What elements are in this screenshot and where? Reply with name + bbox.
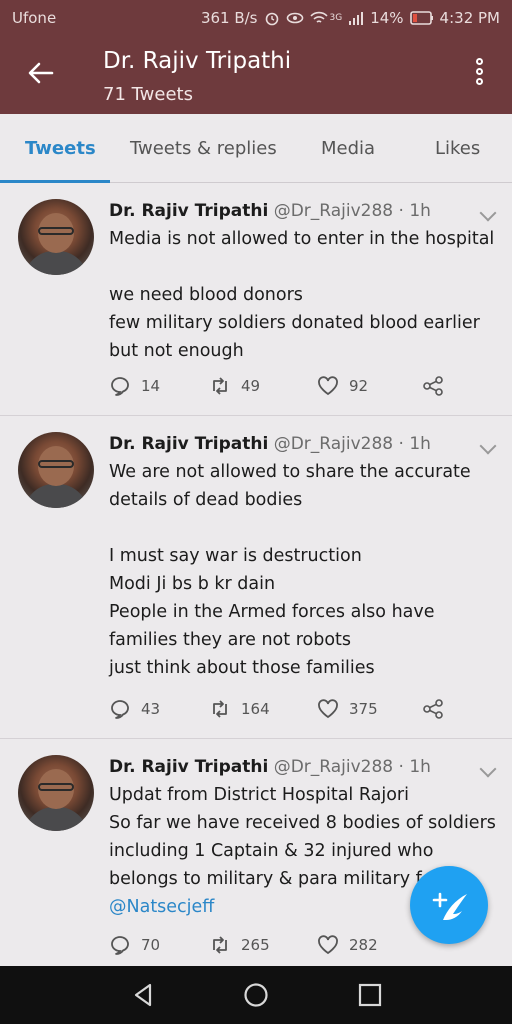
tweet-line: including 1 Captain & 32 injured who [109,841,434,861]
author-handle: @Dr_Rajiv288 · 1h [273,757,431,777]
share-icon [423,376,443,396]
tweet-count: 71 Tweets [103,84,193,105]
like-button[interactable]: 375 [317,698,378,720]
carrier-name: Ufone [12,9,57,27]
tweet-actions: 43 164 375 [109,698,469,724]
system-nav-bar [0,966,512,1024]
profile-tabs: Tweets Tweets & replies Media Likes [0,114,512,183]
status-bar: Ufone 361 B/s 3G 14% 4:32 PM [0,0,512,36]
tweet-line: we need blood donors [109,285,303,305]
compose-feather-icon [432,892,467,920]
tab-media[interactable]: Media [321,138,375,159]
tweet-line: Modi Ji bs b kr dain [109,574,276,594]
tweet-text: We are not allowed to share the accurate… [109,458,499,682]
reply-icon [111,377,129,396]
tweet-line [109,514,499,542]
avatar[interactable] [18,432,94,508]
tweet-line: families they are not robots [109,630,352,650]
profile-name: Dr. Rajiv Tripathi [103,48,292,74]
tweet-line: details of dead bodies [109,490,303,510]
avatar[interactable] [18,199,94,275]
share-button[interactable] [422,698,444,720]
nav-back-icon[interactable] [128,980,158,1010]
retweet-button[interactable]: 265 [209,934,270,956]
tweet-line: We are not allowed to share the accurate [109,462,471,482]
nav-home-icon[interactable] [241,980,271,1010]
reply-count: 14 [141,377,161,395]
reply-button[interactable]: 14 [109,375,160,397]
battery-icon [409,11,433,25]
alarm-icon [265,12,278,26]
status-icons: 361 B/s 3G 14% 4:32 PM [201,9,500,27]
chevron-down-icon[interactable] [479,760,497,778]
network-speed: 361 B/s [200,9,258,27]
reply-icon [111,936,129,955]
tweet-line: People in the Armed forces also have [109,602,435,622]
signal-icon [349,12,364,25]
wifi-icon [309,11,328,23]
chevron-down-icon[interactable] [479,437,497,455]
reply-icon [111,700,129,719]
author-handle: @Dr_Rajiv288 · 1h [273,434,431,454]
like-button[interactable]: 92 [317,375,368,397]
eye-icon [286,12,303,24]
reply-count: 43 [141,700,161,718]
tweet-line: So far we have received 8 bodies of sold… [109,813,496,833]
more-options-icon[interactable] [476,58,486,92]
heart-icon [318,699,338,719]
retweet-count: 265 [241,936,270,954]
heart-icon [318,935,338,955]
author-name[interactable]: Dr. Rajiv Tripathi [109,201,268,221]
tweet-line: but not enough [109,341,244,361]
tweet-item[interactable]: Dr. Rajiv Tripathi @Dr_Rajiv288 · 1h We … [0,416,512,739]
like-count: 282 [349,936,378,954]
tweet-line: Media is not allowed to enter in the hos… [109,229,495,249]
share-button[interactable] [422,375,444,397]
author-name[interactable]: Dr. Rajiv Tripathi [109,757,268,777]
tweet-actions: 14 49 92 [109,375,469,401]
tweet-line: I must say war is destruction [109,546,362,566]
reply-count: 70 [141,936,161,954]
network-type: 3G [329,13,343,23]
share-icon [423,699,443,719]
nav-recents-icon[interactable] [355,980,385,1010]
retweet-button[interactable]: 49 [209,375,260,397]
tweet-line: just think about those families [109,658,375,678]
reply-button[interactable]: 70 [109,934,160,956]
back-arrow-icon[interactable] [26,58,56,88]
tweet-item[interactable]: Dr. Rajiv Tripathi @Dr_Rajiv288 · 1h Med… [0,183,512,416]
app-bar: Dr. Rajiv Tripathi 71 Tweets [0,36,512,114]
like-count: 375 [349,700,378,718]
retweet-icon [213,700,227,718]
author-handle: @Dr_Rajiv288 · 1h [273,201,431,221]
battery-percent: 14% [370,9,404,27]
tab-tweets-replies[interactable]: Tweets & replies [130,138,277,159]
tweet-line: few military soldiers donated blood earl… [109,313,480,333]
tweet-line [109,253,499,281]
chevron-down-icon[interactable] [479,204,497,222]
tweet-line: Updat from District Hospital Rajori [109,785,409,805]
tab-tweets[interactable]: Tweets [25,138,96,159]
clock: 4:32 PM [439,9,500,27]
heart-icon [318,376,338,396]
avatar[interactable] [18,755,94,831]
tab-likes[interactable]: Likes [435,138,480,159]
compose-tweet-button[interactable] [410,866,488,944]
like-count: 92 [349,377,369,395]
retweet-icon [213,377,227,395]
reply-button[interactable]: 43 [109,698,160,720]
retweet-count: 164 [241,700,270,718]
like-button[interactable]: 282 [317,934,378,956]
retweet-icon [213,936,227,954]
retweet-count: 49 [241,377,261,395]
retweet-button[interactable]: 164 [209,698,270,720]
author-name[interactable]: Dr. Rajiv Tripathi [109,434,268,454]
tweet-text: Media is not allowed to enter in the hos… [109,225,499,365]
